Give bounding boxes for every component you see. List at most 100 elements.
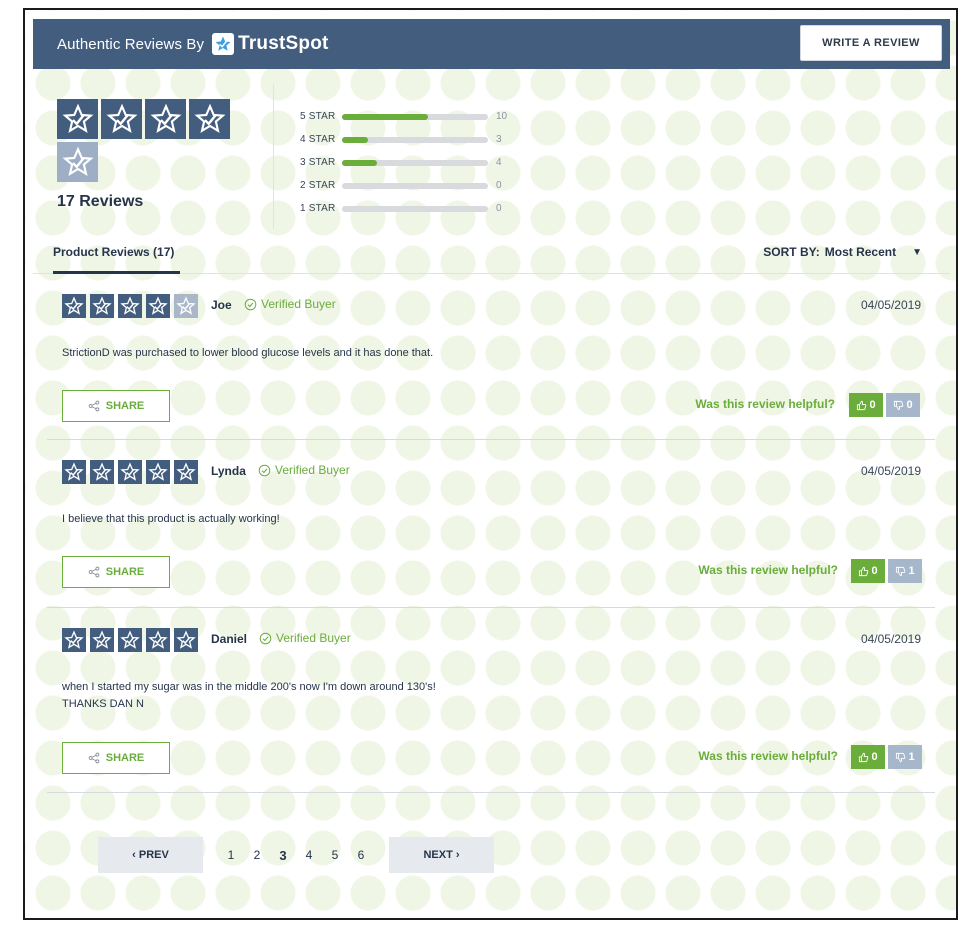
upvote-count: 0 [871,751,878,763]
distribution-label: 1 STAR [300,203,336,214]
sort-dropdown[interactable]: SORT BY: Most Recent ▼ [763,245,922,259]
page-number-link[interactable]: 5 [322,848,348,863]
rating-star-icon [145,99,186,139]
page-number-link[interactable]: 6 [348,848,374,863]
average-rating-stars [57,99,237,185]
distribution-row[interactable]: 1 STAR 0 [300,197,507,220]
distribution-label: 3 STAR [300,157,336,168]
helpful-prompt: Was this review helpful? [695,397,835,411]
authentic-reviews-label: Authentic Reviews By [57,35,205,53]
rating-star-icon [118,628,142,652]
rating-star-icon [90,460,114,484]
verified-buyer-label: Verified Buyer [261,297,336,311]
widget-header: Authentic Reviews By TrustSpot WRITE A R… [33,19,950,69]
distribution-bar [342,159,488,166]
check-circle-icon [259,632,272,644]
reviewer-name: Joe [211,298,232,312]
review-text: I believe that this product is actually … [62,511,280,528]
prev-page-button[interactable]: ‹ PREV [98,837,203,873]
upvote-button[interactable]: 0 [851,745,885,769]
share-button[interactable]: SHARE [62,556,170,588]
upvote-count: 0 [871,565,878,577]
caret-down-icon: ▼ [912,246,922,258]
downvote-button[interactable]: 0 [886,393,920,417]
distribution-bar-fill [342,113,429,120]
review-text-line: I believe that this product is actually … [62,513,280,525]
rating-star-icon [90,628,114,652]
thumbs-down-icon [894,400,904,410]
check-circle-icon [244,298,257,310]
share-button[interactable]: SHARE [62,742,170,774]
thumbs-down-icon [896,752,906,762]
verified-buyer-label: Verified Buyer [275,463,350,477]
check-circle-icon [258,464,271,476]
page-number-link[interactable]: 3 [270,848,296,863]
thumbs-up-icon [857,400,867,410]
distribution-bar [342,136,488,143]
total-reviews-count: 17 Reviews [57,193,144,210]
reviewer-name: Daniel [211,632,248,646]
distribution-count: 3 [496,134,502,145]
review-rating-stars [62,294,202,318]
page-number-link[interactable]: 2 [244,848,270,863]
review-text-line: THANKS DAN N [62,698,144,710]
share-label: SHARE [105,400,145,412]
page-number-link[interactable]: 1 [218,848,244,863]
downvote-button[interactable]: 1 [888,559,922,583]
rating-summary: 17 Reviews 5 STAR 10 4 STAR 3 3 STAR 4 2 STAR 0… [33,69,950,239]
verified-buyer-label: Verified Buyer [276,631,351,645]
review-text-line: when I started my sugar was in the middl… [62,681,436,693]
page-number-list: 123456 [218,848,374,863]
rating-star-icon [118,460,142,484]
distribution-label: 5 STAR [300,111,336,122]
rating-star-icon [174,460,198,484]
downvote-button[interactable]: 1 [888,745,922,769]
tab-product-reviews[interactable]: Product Reviews (17) [53,245,180,274]
rating-star-icon [90,294,114,318]
trustspot-logo-icon [212,33,235,55]
distribution-bar-fill [342,159,378,166]
distribution-label: 4 STAR [300,134,336,145]
page-number-link[interactable]: 4 [296,848,322,863]
rating-star-icon [62,628,86,652]
review-item: Lynda Verified Buyer 04/05/2019 I believe t… [47,440,935,608]
share-button[interactable]: SHARE [62,390,170,422]
rating-star-icon [189,99,230,139]
distribution-count: 0 [496,203,502,214]
review-item: Daniel Verified Buyer 04/05/2019 when I sta… [47,608,935,793]
review-date: 04/05/2019 [860,464,921,478]
rating-star-icon [101,99,142,139]
verified-buyer-badge: Verified Buyer [259,631,351,645]
review-rating-stars [62,628,202,652]
upvote-button[interactable]: 0 [849,393,883,417]
review-item: Joe Verified Buyer 04/05/2019 StrictionD wa… [47,274,935,440]
next-page-button[interactable]: NEXT › [389,837,494,873]
review-text: StrictionD was purchased to lower blood … [62,345,433,362]
distribution-row[interactable]: 3 STAR 4 [300,151,507,174]
share-label: SHARE [105,752,145,764]
reviews-tab-bar: Product Reviews (17) SORT BY: Most Recen… [33,239,950,274]
reviewer-name: Lynda [211,464,246,478]
pagination: ‹ PREV 123456 NEXT › [98,837,494,873]
sort-by-label: SORT BY: [763,245,820,259]
distribution-row[interactable]: 4 STAR 3 [300,128,507,151]
rating-star-icon [174,294,198,318]
share-icon [88,400,100,412]
distribution-row[interactable]: 5 STAR 10 [300,105,507,128]
review-rating-stars [62,460,202,484]
reviews-widget: Authentic Reviews By TrustSpot WRITE A R… [23,8,958,920]
review-text: when I started my sugar was in the middl… [62,679,436,713]
rating-star-icon [118,294,142,318]
upvote-button[interactable]: 0 [851,559,885,583]
rating-star-icon [174,628,198,652]
review-date: 04/05/2019 [860,632,921,646]
share-icon [88,566,100,578]
distribution-row[interactable]: 2 STAR 0 [300,174,507,197]
rating-star-icon [146,294,170,318]
distribution-count: 4 [496,157,502,168]
thumbs-up-icon [859,752,869,762]
rating-star-icon [146,628,170,652]
review-text-line: StrictionD was purchased to lower blood … [62,347,434,359]
rating-star-icon [62,294,86,318]
write-review-button[interactable]: WRITE A REVIEW [800,25,942,61]
